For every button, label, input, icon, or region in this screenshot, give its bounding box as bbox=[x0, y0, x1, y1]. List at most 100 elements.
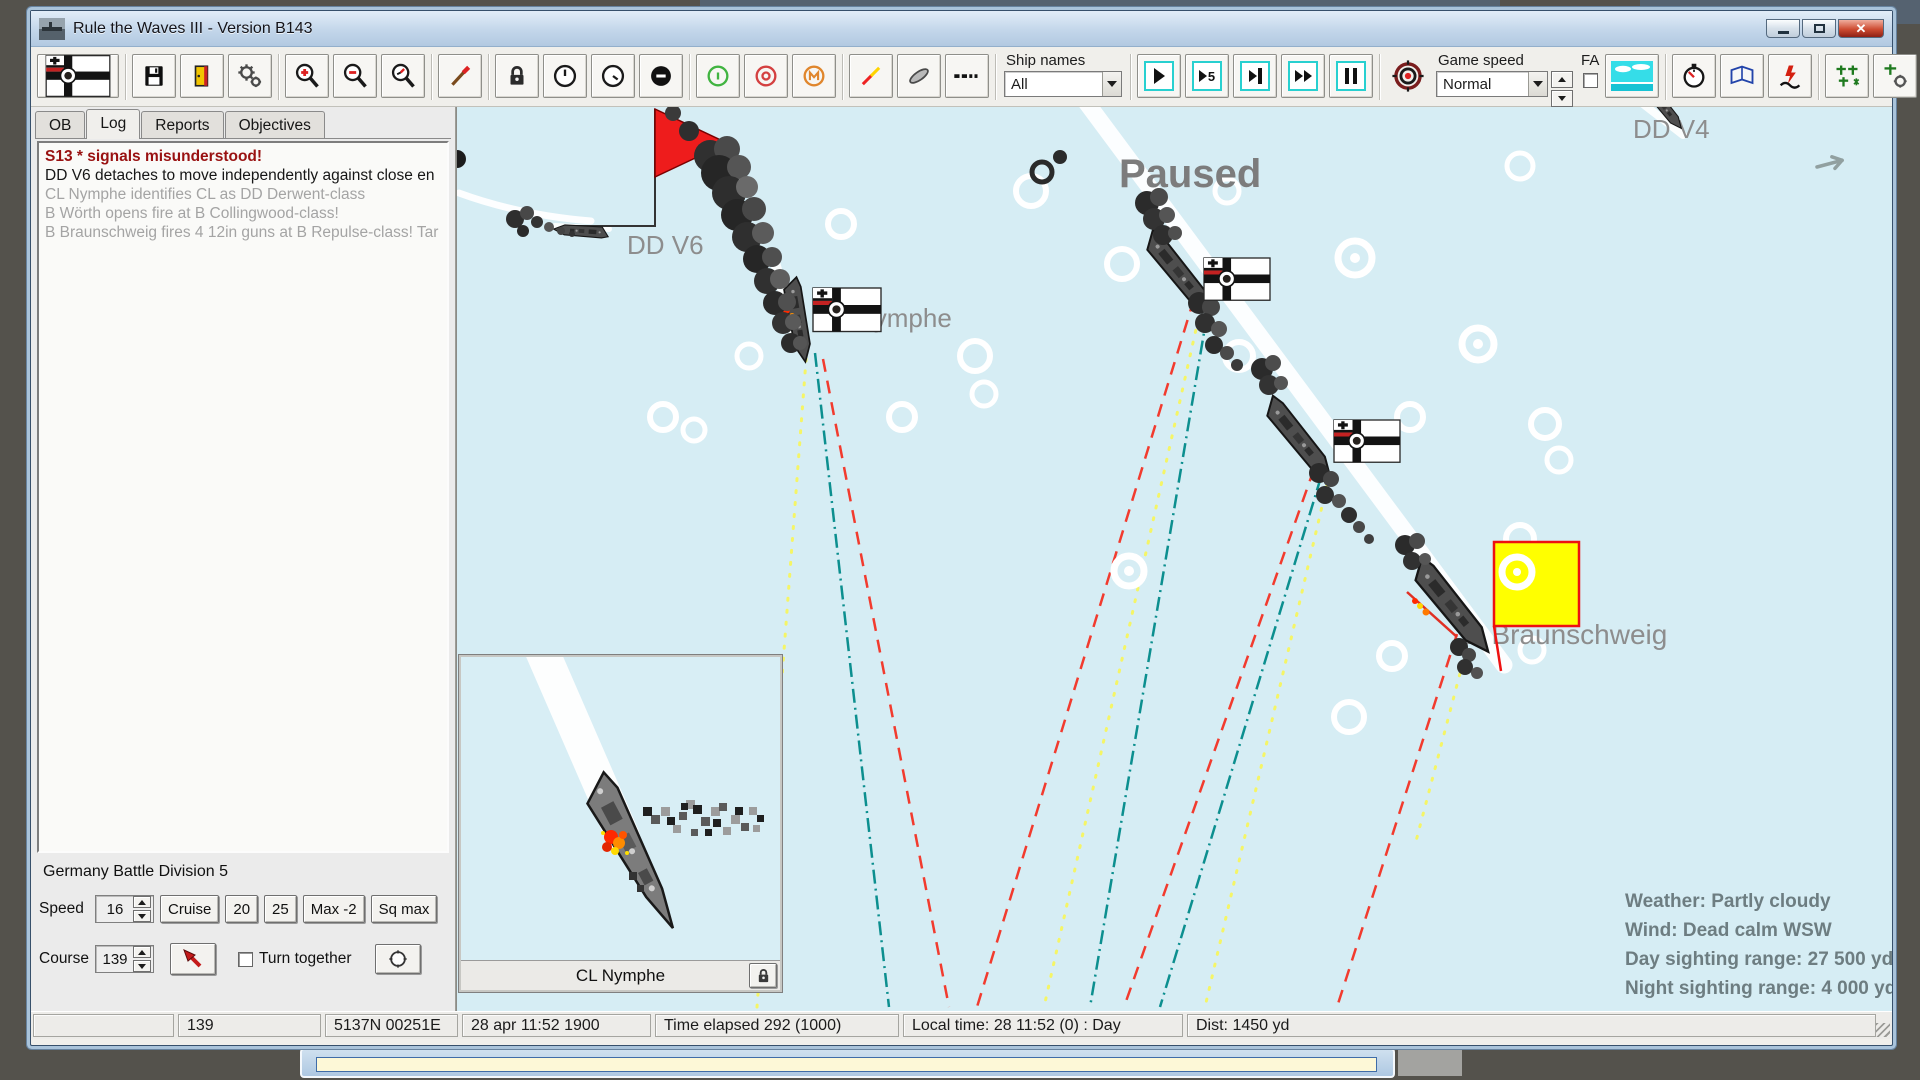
speed-cruise-button[interactable]: Cruise bbox=[160, 895, 220, 923]
stopwatch-button[interactable] bbox=[1672, 54, 1717, 98]
course-down-button[interactable] bbox=[133, 960, 151, 972]
zoom-reset-button[interactable] bbox=[381, 54, 425, 98]
dropdown-arrow-icon[interactable] bbox=[1102, 72, 1121, 96]
speed-up-button[interactable] bbox=[1551, 71, 1573, 88]
speed-max2-button[interactable]: Max -2 bbox=[302, 895, 365, 923]
save-button[interactable] bbox=[132, 54, 176, 98]
interval-marker-button[interactable] bbox=[696, 54, 740, 98]
speed-25-button[interactable]: 25 bbox=[264, 895, 297, 923]
lock-button[interactable] bbox=[495, 54, 539, 98]
log-list[interactable]: S13 * signals misunderstood! DD V6 detac… bbox=[37, 141, 449, 853]
speed-down-button[interactable] bbox=[133, 910, 151, 922]
ship-names-select[interactable]: All bbox=[1004, 71, 1122, 97]
speed-down-button[interactable] bbox=[1551, 90, 1573, 107]
ensign-battleship-2 bbox=[1333, 419, 1401, 464]
ship-label-dd-v6: DD V6 bbox=[627, 230, 704, 260]
tactical-map[interactable]: DD V6 Nymphe B Braunschweig DD V4 Paused… bbox=[456, 107, 1892, 1011]
maximize-button[interactable] bbox=[1802, 19, 1836, 38]
german-ensign-button[interactable] bbox=[37, 54, 119, 98]
speed-value[interactable]: 16 bbox=[98, 901, 132, 918]
target-ring-button[interactable] bbox=[744, 54, 788, 98]
edge-marker bbox=[457, 150, 466, 168]
shell-tracer-button[interactable] bbox=[849, 54, 893, 98]
selection-box[interactable] bbox=[1492, 540, 1581, 672]
app-window: Rule the Waves III - Version B143 ✕ Ship… bbox=[30, 10, 1918, 1046]
damage-report-icon bbox=[1780, 65, 1801, 89]
save-icon bbox=[145, 66, 163, 86]
m-marker-button[interactable] bbox=[792, 54, 836, 98]
game-speed-select[interactable]: Normal bbox=[1436, 71, 1548, 97]
dark-lens-button[interactable] bbox=[639, 54, 683, 98]
clock-12-icon bbox=[553, 64, 577, 88]
shell-splash-rings bbox=[647, 150, 1574, 735]
wind-arrow-icon bbox=[1815, 155, 1844, 171]
course-up-button[interactable] bbox=[133, 946, 151, 958]
log-line: DD V6 detaches to move independently aga… bbox=[45, 167, 435, 184]
clock-tilt-icon bbox=[601, 64, 625, 88]
formation-button[interactable] bbox=[375, 944, 422, 974]
inset-lock-button[interactable] bbox=[749, 963, 777, 988]
pause-button[interactable] bbox=[1329, 54, 1373, 98]
game-speed-value: Normal bbox=[1443, 76, 1492, 93]
course-stepper[interactable]: 139 bbox=[95, 945, 154, 973]
play-step-button[interactable] bbox=[1233, 54, 1277, 98]
speed-label: Speed bbox=[39, 900, 84, 917]
air-formation-button[interactable] bbox=[1825, 54, 1870, 98]
resize-grip[interactable] bbox=[1876, 1023, 1890, 1037]
zoom-in-button[interactable] bbox=[285, 54, 329, 98]
speed-up-button[interactable] bbox=[133, 896, 151, 908]
titlebar: Rule the Waves III - Version B143 ✕ bbox=[31, 11, 1892, 47]
clock-step-button[interactable] bbox=[591, 54, 635, 98]
course-row: Course 139 Turn together bbox=[39, 943, 422, 975]
ship-inset-view[interactable]: CL Nymphe bbox=[458, 620, 783, 993]
set-course-button[interactable] bbox=[170, 943, 216, 975]
dash-dots-icon bbox=[954, 74, 978, 78]
settings-gear-icon bbox=[238, 64, 262, 88]
fa-group: FA bbox=[1579, 52, 1601, 88]
speed-20-button[interactable]: 20 bbox=[225, 895, 259, 923]
zoom-out-button[interactable] bbox=[333, 54, 377, 98]
left-panel: OB Log Reports Objectives S13 * signals … bbox=[31, 107, 456, 1011]
client-area: OB Log Reports Objectives S13 * signals … bbox=[31, 107, 1892, 1011]
division-title: Germany Battle Division 5 bbox=[43, 863, 228, 880]
gun-target-button[interactable] bbox=[1386, 54, 1430, 98]
status-cell-elapsed: Time elapsed 292 (1000) bbox=[655, 1014, 899, 1037]
exit-door-button[interactable] bbox=[180, 54, 224, 98]
tab-reports[interactable]: Reports bbox=[141, 111, 224, 138]
clock-realtime-button[interactable] bbox=[543, 54, 587, 98]
damage-report-button[interactable] bbox=[1768, 54, 1813, 98]
german-ensign-icon bbox=[45, 55, 111, 97]
background-window-field bbox=[316, 1057, 1377, 1072]
speed-sqmax-button[interactable]: Sq max bbox=[370, 895, 438, 923]
torpedo-button[interactable] bbox=[897, 54, 941, 98]
dash-dots-button[interactable] bbox=[945, 54, 989, 98]
tab-ob[interactable]: OB bbox=[35, 111, 86, 138]
draw-brush-icon bbox=[451, 65, 471, 86]
air-ops-button[interactable] bbox=[1873, 54, 1918, 98]
tab-objectives[interactable]: Objectives bbox=[224, 111, 325, 138]
play-icon bbox=[1144, 61, 1174, 91]
tab-log[interactable]: Log bbox=[86, 109, 141, 139]
fa-checkbox[interactable] bbox=[1583, 73, 1598, 88]
sky-view-button[interactable] bbox=[1605, 54, 1660, 98]
night-sighting-line: Night sighting range: 4 000 yds bbox=[1625, 978, 1892, 999]
ship-names-label: Ship names bbox=[1006, 52, 1086, 69]
sky-view-icon bbox=[1611, 61, 1654, 91]
status-cell-course: 139 bbox=[178, 1014, 321, 1037]
play-5-button[interactable]: 5 bbox=[1185, 54, 1229, 98]
settings-gear-button[interactable] bbox=[228, 54, 272, 98]
dropdown-arrow-icon[interactable] bbox=[1528, 72, 1547, 96]
speed-stepper[interactable]: 16 bbox=[95, 895, 154, 923]
draw-brush-button[interactable] bbox=[438, 54, 482, 98]
gun-target-icon bbox=[1392, 60, 1424, 92]
course-value[interactable]: 139 bbox=[98, 951, 132, 968]
play-fast-button[interactable] bbox=[1281, 54, 1325, 98]
lock-icon bbox=[510, 66, 524, 85]
close-button[interactable]: ✕ bbox=[1838, 19, 1884, 38]
ship-names-value: All bbox=[1011, 76, 1028, 93]
pause-icon bbox=[1336, 61, 1366, 91]
turn-together-checkbox[interactable] bbox=[238, 951, 253, 967]
minimize-button[interactable] bbox=[1766, 19, 1800, 38]
log-book-button[interactable] bbox=[1720, 54, 1765, 98]
play-button[interactable] bbox=[1137, 54, 1181, 98]
